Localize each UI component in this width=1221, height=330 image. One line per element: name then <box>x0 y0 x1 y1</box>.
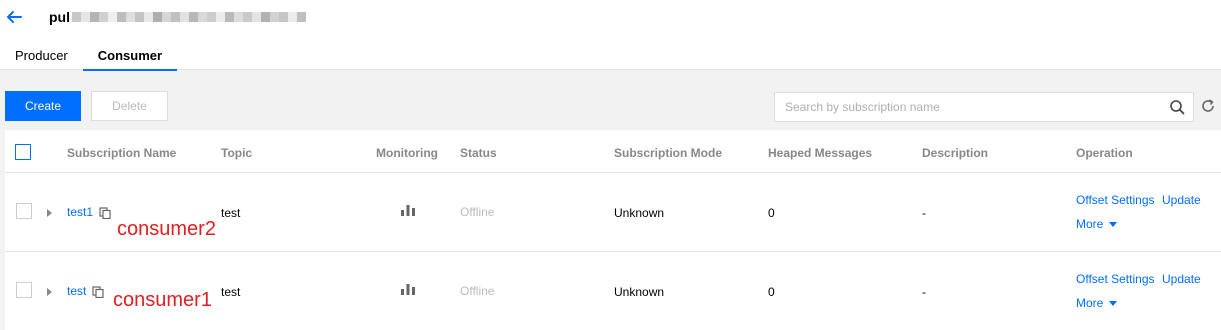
tab-producer[interactable]: Producer <box>0 46 83 70</box>
more-dropdown[interactable]: More <box>1076 217 1118 231</box>
create-button[interactable]: Create <box>5 91 81 121</box>
update-link[interactable]: Update <box>1162 272 1201 286</box>
row-checkbox[interactable] <box>16 203 32 219</box>
more-dropdown[interactable]: More <box>1076 296 1118 310</box>
title-redaction-mask <box>72 12 306 22</box>
col-monitoring: Monitoring <box>376 146 438 160</box>
redaction-block <box>279 12 288 22</box>
subscription-name-link[interactable]: test1 <box>67 205 93 219</box>
redaction-block <box>171 12 180 22</box>
offset-settings-link[interactable]: Offset Settings <box>1076 193 1155 207</box>
caret-down-icon <box>1109 300 1118 306</box>
col-topic: Topic <box>221 146 253 160</box>
bar-chart-icon[interactable] <box>400 201 416 217</box>
redaction-block <box>225 12 234 22</box>
table-header: Subscription Name Topic Monitoring Statu… <box>5 130 1221 173</box>
redaction-block <box>153 12 162 22</box>
col-description: Description <box>922 146 989 160</box>
search-icon[interactable] <box>1169 99 1185 115</box>
col-status: Status <box>460 146 497 160</box>
redaction-block <box>270 12 279 22</box>
redaction-block <box>135 12 144 22</box>
subscription-table: Subscription Name Topic Monitoring Statu… <box>5 130 1221 330</box>
tab-bar: Producer Consumer <box>0 46 178 71</box>
mode-cell: Unknown <box>614 285 665 299</box>
redaction-block <box>180 12 189 22</box>
expand-caret-icon[interactable] <box>47 209 52 217</box>
arrow-left-icon[interactable] <box>5 8 23 26</box>
topic-cell: test <box>221 285 241 299</box>
copy-icon[interactable] <box>99 207 111 219</box>
consumer-annotation: consumer2 <box>117 218 216 240</box>
table-row: test1 consumer2 test Offline Unknown 0 -… <box>5 173 1221 252</box>
more-label: More <box>1076 217 1104 231</box>
page-title: pul <box>49 9 306 25</box>
redaction-block <box>189 12 198 22</box>
row-checkbox[interactable] <box>16 282 32 298</box>
redaction-block <box>108 12 117 22</box>
refresh-icon[interactable] <box>1200 98 1216 114</box>
status-cell: Offline <box>460 205 495 219</box>
redaction-block <box>252 12 261 22</box>
redaction-block <box>216 12 225 22</box>
update-link[interactable]: Update <box>1162 193 1201 207</box>
page-header: pul Producer Consumer <box>0 0 1221 71</box>
status-cell: Offline <box>460 284 495 298</box>
redaction-block <box>198 12 207 22</box>
redaction-block <box>72 12 81 22</box>
redaction-block <box>81 12 90 22</box>
redaction-block <box>144 12 153 22</box>
heaped-cell: 0 <box>768 206 775 220</box>
redaction-block <box>261 12 270 22</box>
page-title-text: pul <box>49 9 70 25</box>
select-all-checkbox[interactable] <box>15 144 31 160</box>
search-box <box>774 92 1194 122</box>
redaction-block <box>99 12 108 22</box>
redaction-block <box>117 12 126 22</box>
more-label: More <box>1076 296 1104 310</box>
col-subscription-name: Subscription Name <box>67 146 177 160</box>
consumer-annotation: consumer1 <box>113 289 212 311</box>
tab-consumer[interactable]: Consumer <box>82 46 178 71</box>
topic-cell: test <box>221 206 241 220</box>
redaction-block <box>126 12 135 22</box>
subscription-name-link[interactable]: test <box>67 284 86 298</box>
redaction-block <box>162 12 171 22</box>
redaction-block <box>243 12 252 22</box>
expand-caret-icon[interactable] <box>47 288 52 296</box>
mode-cell: Unknown <box>614 206 665 220</box>
caret-down-icon <box>1109 221 1118 227</box>
bar-chart-icon[interactable] <box>400 280 416 296</box>
search-input[interactable] <box>775 93 1165 121</box>
copy-icon[interactable] <box>92 286 104 298</box>
redaction-block <box>288 12 297 22</box>
col-operation: Operation <box>1076 146 1133 160</box>
heaped-cell: 0 <box>768 285 775 299</box>
col-heaped-messages: Heaped Messages <box>768 146 873 160</box>
redaction-block <box>90 12 99 22</box>
redaction-block <box>297 12 306 22</box>
redaction-block <box>207 12 216 22</box>
delete-button[interactable]: Delete <box>91 91 168 121</box>
description-cell: - <box>922 206 926 220</box>
table-row: test consumer1 test Offline Unknown 0 - … <box>5 252 1221 330</box>
col-subscription-mode: Subscription Mode <box>614 146 722 160</box>
offset-settings-link[interactable]: Offset Settings <box>1076 272 1155 286</box>
redaction-block <box>234 12 243 22</box>
description-cell: - <box>922 285 926 299</box>
